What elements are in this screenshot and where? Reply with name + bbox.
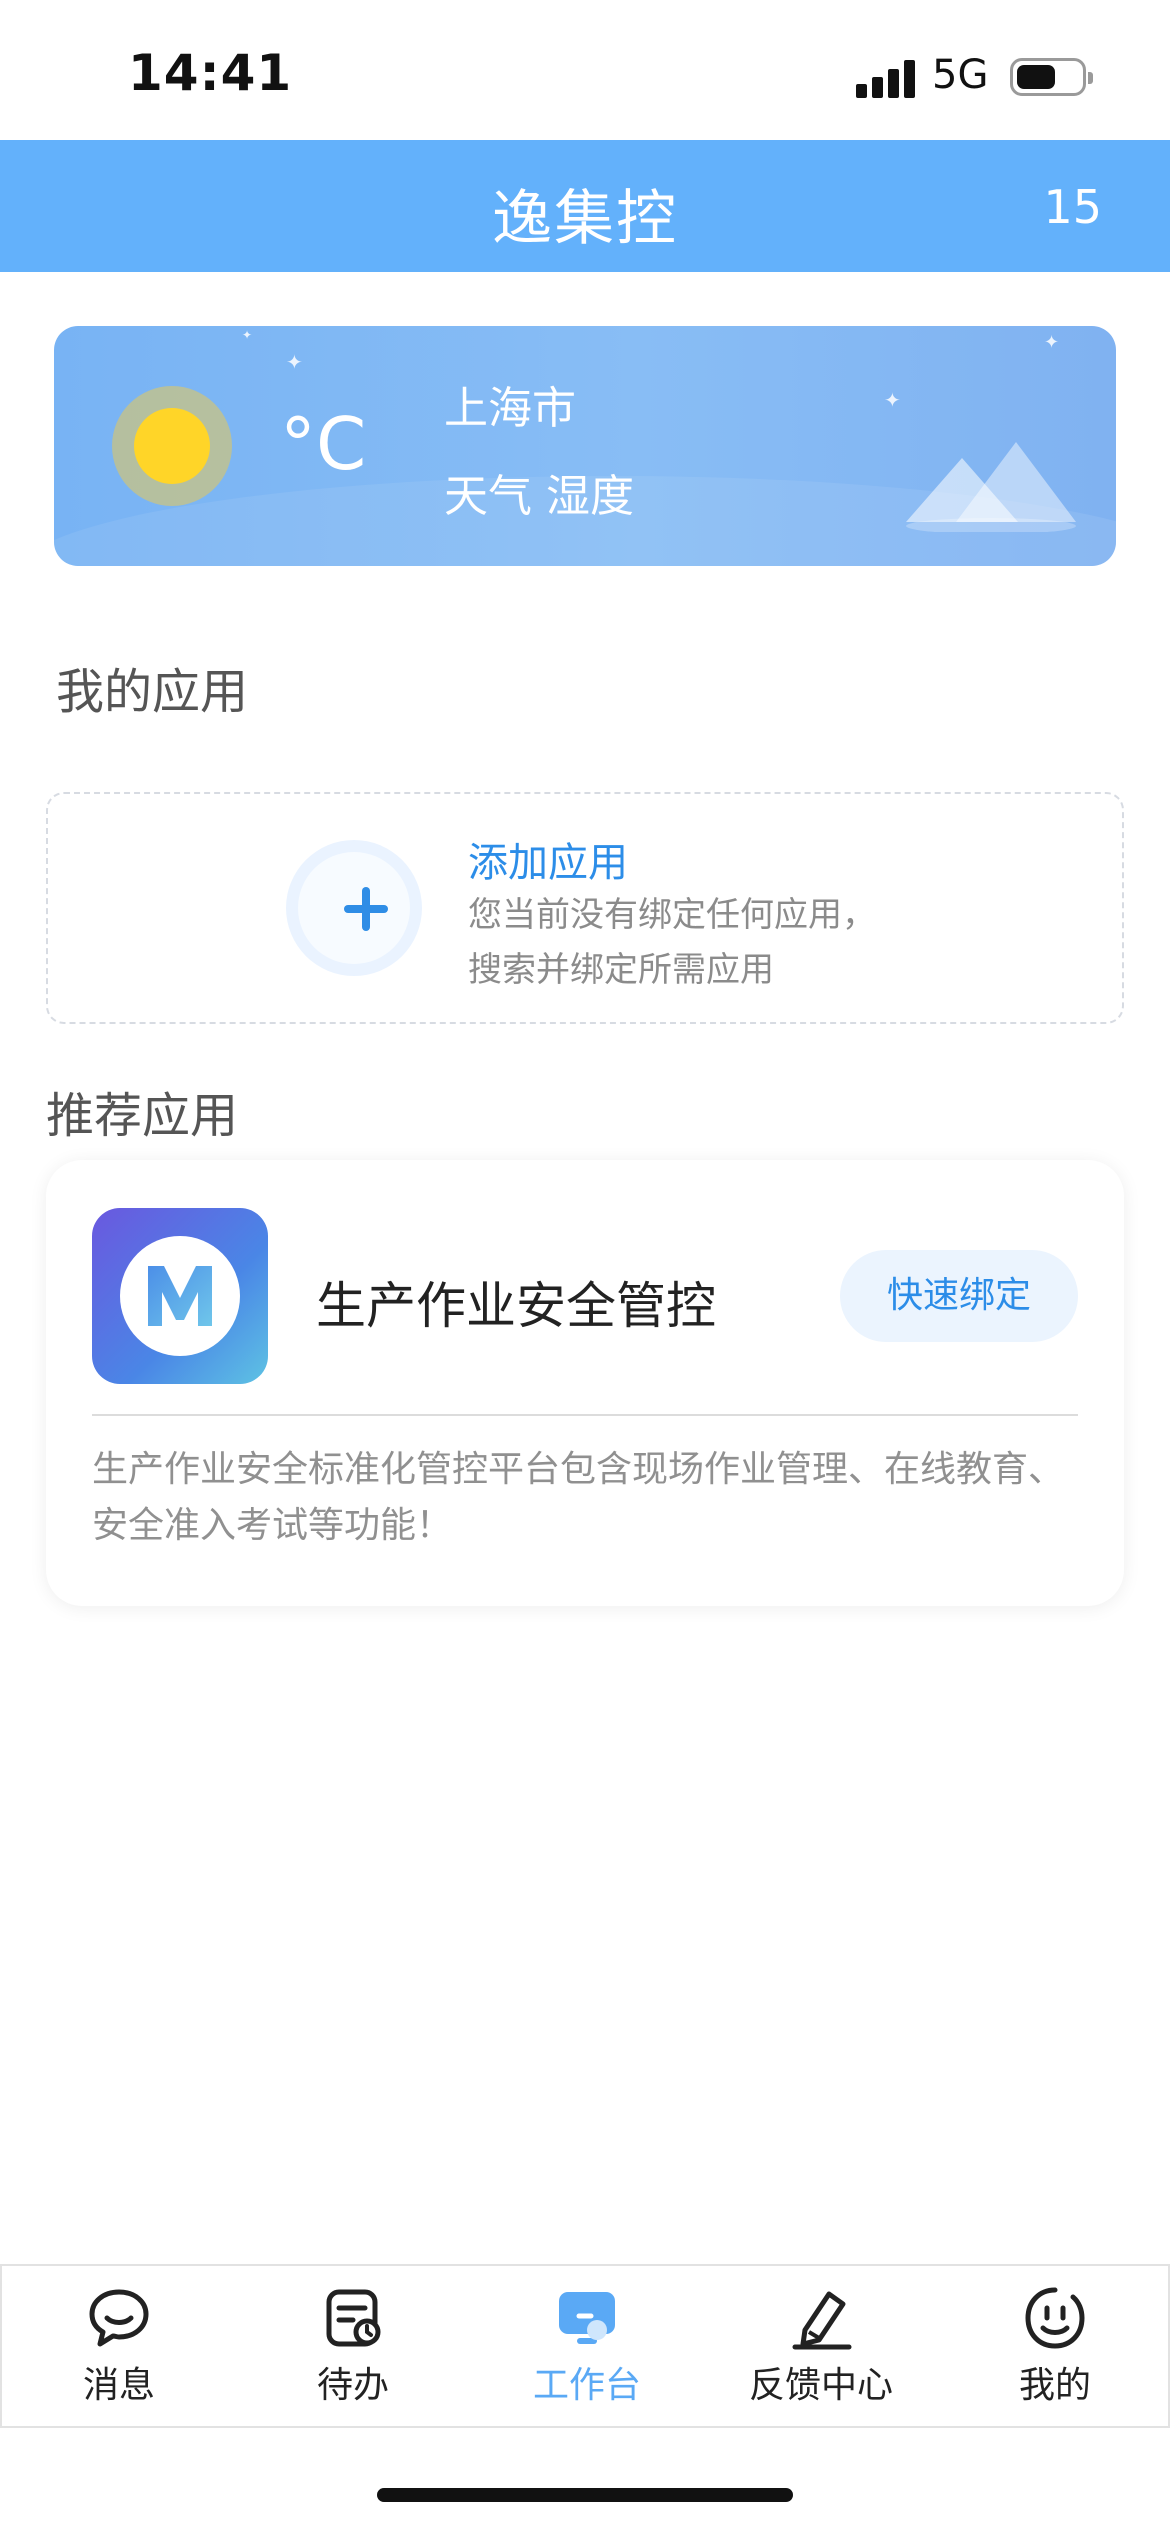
weather-card[interactable]: ✦ ✦ ✦ ✦ °C 上海市 天气 湿度 xyxy=(54,326,1116,566)
todo-clipboard-icon xyxy=(326,2289,381,2347)
tab-label: 反馈中心 xyxy=(748,2365,893,2406)
home-indicator[interactable] xyxy=(377,2488,793,2502)
tab-feedback[interactable]: 反馈中心 xyxy=(704,2266,938,2426)
app-name: 生产作业安全管控 xyxy=(316,1277,716,1335)
sparkle-icon: ✦ xyxy=(1044,332,1060,353)
page-title: 逸集控 xyxy=(492,184,678,254)
app-logo-icon xyxy=(92,1208,268,1384)
bottom-tab-bar: 消息 待办 工作台 反馈中心 我的 xyxy=(0,2264,1170,2428)
sparkle-icon: ✦ xyxy=(884,388,901,412)
recommended-apps-title: 推荐应用 xyxy=(46,1088,239,1144)
add-app-title[interactable]: 添加应用 xyxy=(468,830,628,888)
tab-messages[interactable]: 消息 xyxy=(2,2266,236,2426)
signal-icon xyxy=(856,60,916,98)
tab-label: 我的 xyxy=(1018,2365,1091,2406)
mountain-icon xyxy=(906,442,1076,532)
tab-label: 工作台 xyxy=(532,2365,641,2406)
add-app-description: 您当前没有绑定任何应用，搜索并绑定所需应用 xyxy=(468,895,876,990)
tab-profile[interactable]: 我的 xyxy=(938,2266,1170,2426)
recommended-app-card[interactable]: 生产作业安全管控 快速绑定 生产作业安全标准化管控平台包含现场作业管理、在线教育… xyxy=(46,1160,1124,1606)
battery-icon xyxy=(1010,58,1093,96)
add-app-box[interactable]: 添加应用 您当前没有绑定任何应用，搜索并绑定所需应用 xyxy=(46,792,1124,1024)
sparkle-icon: ✦ xyxy=(242,328,253,342)
temperature: °C xyxy=(280,402,367,486)
tab-workbench[interactable]: 工作台 xyxy=(470,2266,704,2426)
smiley-profile-icon xyxy=(1025,2287,1085,2349)
header-count[interactable]: 15 xyxy=(1043,180,1102,234)
pen-feedback-icon xyxy=(792,2291,852,2350)
sparkle-icon: ✦ xyxy=(286,350,303,374)
status-bar: 14:41 5G xyxy=(0,0,1170,140)
sun-icon xyxy=(134,408,210,484)
weather-description: 天气 湿度 xyxy=(444,471,634,522)
workbench-icon xyxy=(559,2292,615,2344)
add-app-button[interactable] xyxy=(286,840,422,976)
divider xyxy=(92,1414,1078,1416)
network-label: 5G xyxy=(932,52,989,98)
app-description: 生产作业安全标准化管控平台包含现场作业管理、在线教育、安全准入考试等功能！ xyxy=(92,1449,1065,1546)
status-time: 14:41 xyxy=(128,44,293,102)
chat-bubble-icon xyxy=(89,2289,149,2347)
my-apps-title: 我的应用 xyxy=(56,664,249,720)
app-header: 逸集控 15 xyxy=(0,140,1170,272)
tab-label: 待办 xyxy=(316,2365,389,2406)
quick-bind-button[interactable]: 快速绑定 xyxy=(840,1250,1078,1342)
tab-label: 消息 xyxy=(82,2365,155,2406)
tab-todo[interactable]: 待办 xyxy=(236,2266,470,2426)
city-name: 上海市 xyxy=(444,383,576,434)
